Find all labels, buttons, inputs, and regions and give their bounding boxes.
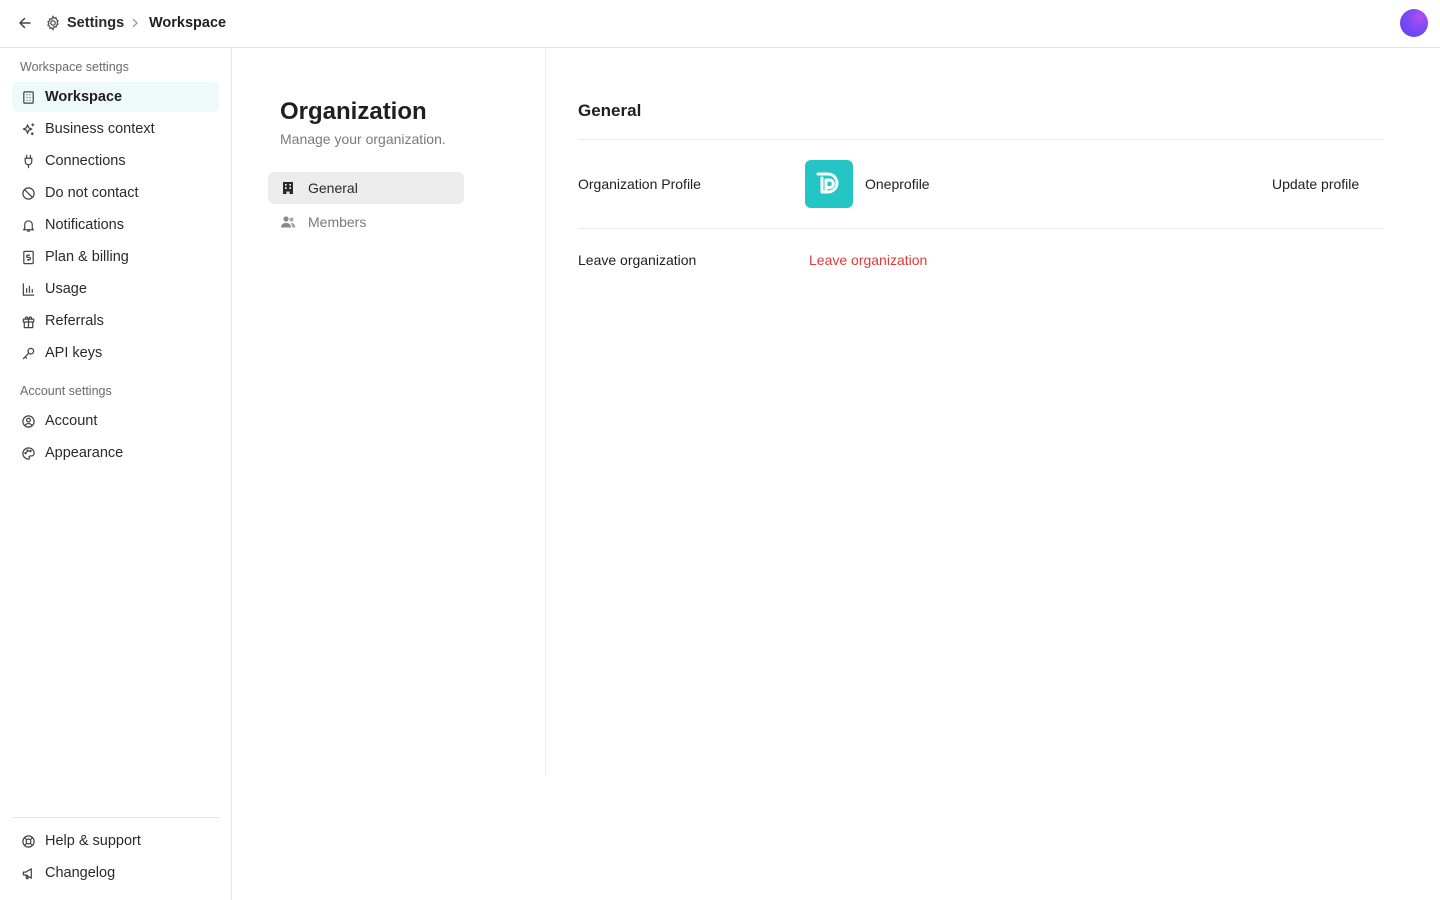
gear-icon <box>47 15 59 31</box>
organization-profile-label: Organization Profile <box>578 176 701 192</box>
megaphone-icon <box>22 867 32 879</box>
leave-organization-button[interactable]: Leave organization <box>809 252 927 268</box>
key-icon <box>22 347 34 359</box>
sidebar-item-do-not-contact[interactable]: Do not contact <box>12 178 219 208</box>
sidebar-item-connections[interactable]: Connections <box>12 146 219 176</box>
sidebar-item-referrals[interactable]: Referrals <box>12 306 219 336</box>
update-profile-button[interactable]: Update profile <box>1272 176 1359 192</box>
back-button[interactable] <box>14 12 36 34</box>
plug-icon <box>24 154 32 168</box>
org-nav-general[interactable]: General <box>268 172 464 204</box>
arrow-left-icon <box>19 17 31 29</box>
sidebar-item-plan-billing[interactable]: Plan & billing <box>12 242 219 272</box>
org-nav-label: Members <box>308 214 367 230</box>
settings-sidebar: Workspace settings Workspace Business co… <box>0 48 232 900</box>
ban-icon <box>21 186 35 200</box>
section-title: General <box>578 101 642 120</box>
sidebar-item-label: Connections <box>45 153 126 169</box>
page-title: Organization <box>280 98 427 125</box>
sidebar-item-label: Business context <box>45 121 155 137</box>
chevron-right-icon <box>132 18 138 28</box>
page-subtitle: Manage your organization. <box>280 131 446 147</box>
breadcrumb-settings[interactable]: Settings <box>67 15 124 31</box>
sidebar-item-label: Do not contact <box>45 185 139 201</box>
sidebar-section-workspace: Workspace settings <box>20 60 129 74</box>
sidebar-divider <box>12 817 219 818</box>
sidebar-item-api-keys[interactable]: API keys <box>12 338 219 368</box>
sidebar-section-account: Account settings <box>20 384 112 398</box>
org-nav-members[interactable]: Members <box>268 206 464 238</box>
org-logo <box>805 160 853 208</box>
sidebar-item-label: Workspace <box>45 89 123 105</box>
top-bar: Settings Workspace <box>0 0 1440 48</box>
user-circle-icon <box>21 414 35 428</box>
sidebar-item-label: Help & support <box>45 833 141 849</box>
org-nav-label: General <box>308 180 358 196</box>
palette-icon <box>21 446 35 460</box>
sidebar-item-business-context[interactable]: Business context <box>12 114 219 144</box>
sidebar-item-account[interactable]: Account <box>12 406 219 436</box>
sidebar-item-label: Notifications <box>45 217 124 233</box>
user-avatar[interactable] <box>1400 9 1428 37</box>
bell-icon <box>22 219 34 232</box>
dollar-receipt-icon <box>22 250 34 264</box>
leave-organization-label: Leave organization <box>578 252 697 268</box>
bar-chart-icon <box>22 282 34 296</box>
organization-panel: Organization Manage your organization. G… <box>232 48 546 776</box>
sidebar-item-label: Plan & billing <box>45 249 129 265</box>
sidebar-item-label: Usage <box>45 281 87 297</box>
sidebar-item-label: Account <box>45 413 98 429</box>
sidebar-item-label: Appearance <box>45 445 124 461</box>
general-content: General Organization Profile Oneprofile … <box>546 48 1440 900</box>
sparkles-icon <box>22 122 34 135</box>
sidebar-item-notifications[interactable]: Notifications <box>12 210 219 240</box>
users-icon <box>281 216 296 228</box>
sidebar-item-label: Referrals <box>45 313 104 329</box>
lifebuoy-icon <box>21 834 35 848</box>
sidebar-item-help-support[interactable]: Help & support <box>12 826 219 856</box>
sidebar-item-workspace[interactable]: Workspace <box>12 82 219 112</box>
sidebar-item-appearance[interactable]: Appearance <box>12 438 219 468</box>
sidebar-item-changelog[interactable]: Changelog <box>12 858 219 888</box>
gift-icon <box>22 315 34 328</box>
divider <box>578 139 1384 140</box>
building-icon <box>22 90 34 104</box>
breadcrumb-workspace: Workspace <box>149 15 227 31</box>
sidebar-item-label: Changelog <box>45 865 116 881</box>
org-name: Oneprofile <box>865 176 930 192</box>
office-building-icon <box>283 182 293 194</box>
oneprofile-logo-icon <box>816 172 839 194</box>
divider <box>578 228 1384 229</box>
sidebar-item-usage[interactable]: Usage <box>12 274 219 304</box>
sidebar-item-label: API keys <box>45 345 103 361</box>
